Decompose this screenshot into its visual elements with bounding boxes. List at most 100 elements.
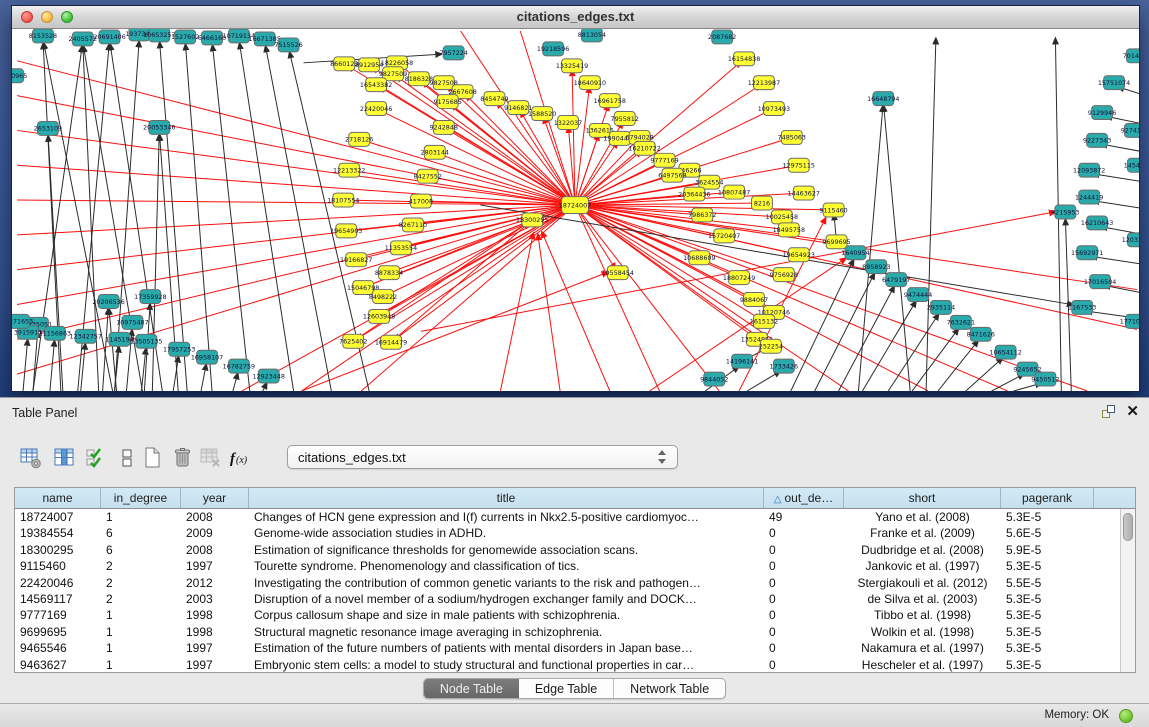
graph-node[interactable]: 19654903 bbox=[330, 224, 362, 238]
table-cell[interactable]: Franke et al. (2009) bbox=[844, 525, 1001, 541]
graph-node[interactable]: 9215953 bbox=[1051, 205, 1079, 219]
scrollbar-thumb[interactable] bbox=[1123, 513, 1133, 541]
table-cell[interactable]: 9463627 bbox=[15, 657, 101, 672]
graph-edge[interactable] bbox=[17, 165, 575, 205]
graph-node[interactable]: 9777169 bbox=[650, 153, 678, 167]
table-cell[interactable]: Embryonic stem cells: a model to study s… bbox=[249, 657, 764, 672]
graph-node[interactable]: 7957224 bbox=[440, 46, 468, 60]
column-header-short[interactable]: short bbox=[844, 488, 1001, 508]
graph-edge[interactable] bbox=[50, 346, 54, 391]
graph-node[interactable]: 1330965 bbox=[12, 69, 27, 83]
table-cell[interactable]: 6 bbox=[101, 525, 181, 541]
graph-node[interactable]: 16958107 bbox=[191, 350, 223, 364]
table-cell[interactable]: Tibbo et al. (1998) bbox=[844, 607, 1001, 623]
network-window-titlebar[interactable]: citations_edges.txt bbox=[12, 6, 1139, 29]
table-cell[interactable]: 5.3E-5 bbox=[1001, 558, 1094, 574]
float-panel-icon[interactable] bbox=[1101, 404, 1116, 419]
graph-node[interactable]: 10975487 bbox=[116, 315, 148, 329]
graph-node[interactable]: 252254 bbox=[759, 339, 783, 353]
graph-node[interactable]: 19558454 bbox=[602, 266, 634, 280]
tab-edge-table[interactable]: Edge Table bbox=[519, 679, 613, 698]
graph-node[interactable]: 1588520 bbox=[528, 107, 556, 121]
graph-node[interactable]: 1733426 bbox=[770, 359, 798, 373]
graph-node[interactable]: 8813054 bbox=[578, 29, 606, 42]
graph-node[interactable]: 12213322 bbox=[333, 163, 365, 177]
graph-edge[interactable] bbox=[1014, 385, 1036, 391]
graph-node[interactable]: 8471626 bbox=[967, 327, 995, 341]
graph-edge[interactable] bbox=[240, 49, 293, 391]
table-cell[interactable]: 9465546 bbox=[15, 640, 101, 656]
graph-node[interactable]: 16648794 bbox=[867, 92, 899, 106]
table-cell[interactable]: 22420046 bbox=[15, 575, 101, 591]
table-cell[interactable]: Yano et al. (2008) bbox=[844, 509, 1001, 525]
graph-edge[interactable] bbox=[912, 333, 955, 391]
table-cell[interactable]: 14569117 bbox=[15, 591, 101, 607]
graph-node[interactable]: 20053346 bbox=[143, 120, 175, 134]
graph-node[interactable]: 9227343 bbox=[1083, 133, 1111, 147]
table-cell[interactable]: 0 bbox=[764, 575, 844, 591]
column-header-out-degree[interactable]: △out_de… bbox=[764, 488, 844, 508]
table-cell[interactable]: 5.5E-5 bbox=[1001, 575, 1094, 591]
table-cell[interactable]: 1997 bbox=[181, 558, 249, 574]
graph-node[interactable]: 16154838 bbox=[728, 52, 760, 66]
table-cell[interactable]: Investigating the contribution of common… bbox=[249, 575, 764, 591]
column-header-pagerank[interactable]: pagerank bbox=[1001, 488, 1094, 508]
table-cell[interactable]: Disruption of a novel member of a sodium… bbox=[249, 591, 764, 607]
graph-node[interactable]: 1615132 bbox=[750, 314, 778, 328]
graph-node[interactable]: 7955812 bbox=[611, 112, 639, 126]
graph-edge[interactable] bbox=[1097, 257, 1139, 264]
graph-edge[interactable] bbox=[263, 388, 265, 391]
table-cell[interactable]: 49 bbox=[764, 509, 844, 525]
table-settings-icon[interactable] bbox=[16, 443, 46, 473]
graph-edge[interactable] bbox=[213, 51, 250, 391]
graph-node[interactable]: 9242848 bbox=[430, 120, 458, 134]
table-cell[interactable]: 2003 bbox=[181, 591, 249, 607]
graph-node[interactable]: 9450512 bbox=[1031, 372, 1059, 386]
table-cell[interactable]: Changes of HCN gene expression and I(f) … bbox=[249, 509, 764, 525]
table-cell[interactable]: 0 bbox=[764, 624, 844, 640]
graph-edge[interactable] bbox=[500, 239, 532, 391]
graph-node[interactable]: 417008 bbox=[409, 194, 433, 208]
delete-columns-icon[interactable] bbox=[168, 443, 198, 473]
table-cell[interactable]: 0 bbox=[764, 657, 844, 672]
table-cell[interactable]: 1 bbox=[101, 640, 181, 656]
graph-node[interactable]: 9756928 bbox=[770, 268, 798, 282]
table-cell[interactable]: 5.3E-5 bbox=[1001, 624, 1094, 640]
table-cell[interactable]: 2008 bbox=[181, 509, 249, 525]
graph-node[interactable]: 12975115 bbox=[783, 158, 815, 172]
table-cell[interactable]: 2 bbox=[101, 591, 181, 607]
graph-node[interactable]: 8153528 bbox=[29, 29, 57, 43]
graph-node[interactable]: 15751074 bbox=[1098, 76, 1130, 90]
new-table-icon[interactable] bbox=[138, 443, 168, 473]
graph-edge[interactable] bbox=[888, 319, 935, 391]
show-columns-icon[interactable] bbox=[50, 443, 80, 473]
table-cell[interactable]: 0 bbox=[764, 558, 844, 574]
graph-node[interactable]: 9129946 bbox=[1088, 106, 1116, 120]
table-cell[interactable]: Estimation of the future numbers of pati… bbox=[249, 640, 764, 656]
graph-node[interactable]: 16782759 bbox=[223, 359, 255, 373]
table-cell[interactable]: 1 bbox=[101, 509, 181, 525]
graph-node[interactable]: 1527602 bbox=[171, 30, 199, 44]
graph-node[interactable]: 18724007 bbox=[559, 197, 591, 214]
graph-edge[interactable] bbox=[186, 50, 212, 391]
table-cell[interactable]: 5.3E-5 bbox=[1001, 640, 1094, 656]
graph-node[interactable]: 2803144 bbox=[421, 145, 449, 159]
function-builder-icon[interactable]: f(x) bbox=[228, 443, 258, 473]
graph-node[interactable]: 1640954 bbox=[841, 246, 869, 260]
table-cell[interactable]: Corpus callosum shape and size in male p… bbox=[249, 607, 764, 623]
graph-node[interactable]: 2718126 bbox=[345, 132, 373, 146]
table-cell[interactable]: Genome-wide association studies in ADHD. bbox=[249, 525, 764, 541]
memory-ok-indicator[interactable] bbox=[1119, 709, 1133, 723]
graph-node[interactable]: 6497568 bbox=[658, 168, 686, 182]
graph-node[interactable]: 8958923 bbox=[862, 260, 890, 274]
table-cell[interactable]: 1998 bbox=[181, 624, 249, 640]
graph-edge[interactable] bbox=[242, 205, 575, 391]
table-cell[interactable]: 2012 bbox=[181, 575, 249, 591]
graph-node[interactable]: 10025458 bbox=[766, 210, 798, 224]
column-header-name[interactable]: name bbox=[15, 488, 101, 508]
column-header-in-degree[interactable]: in_degree bbox=[101, 488, 181, 508]
graph-node[interactable]: 1322037 bbox=[554, 116, 582, 130]
graph-node[interactable]: 20691406 bbox=[93, 30, 125, 44]
graph-node[interactable]: 12033407 bbox=[1122, 233, 1139, 247]
graph-node[interactable]: 17359928 bbox=[134, 290, 166, 304]
